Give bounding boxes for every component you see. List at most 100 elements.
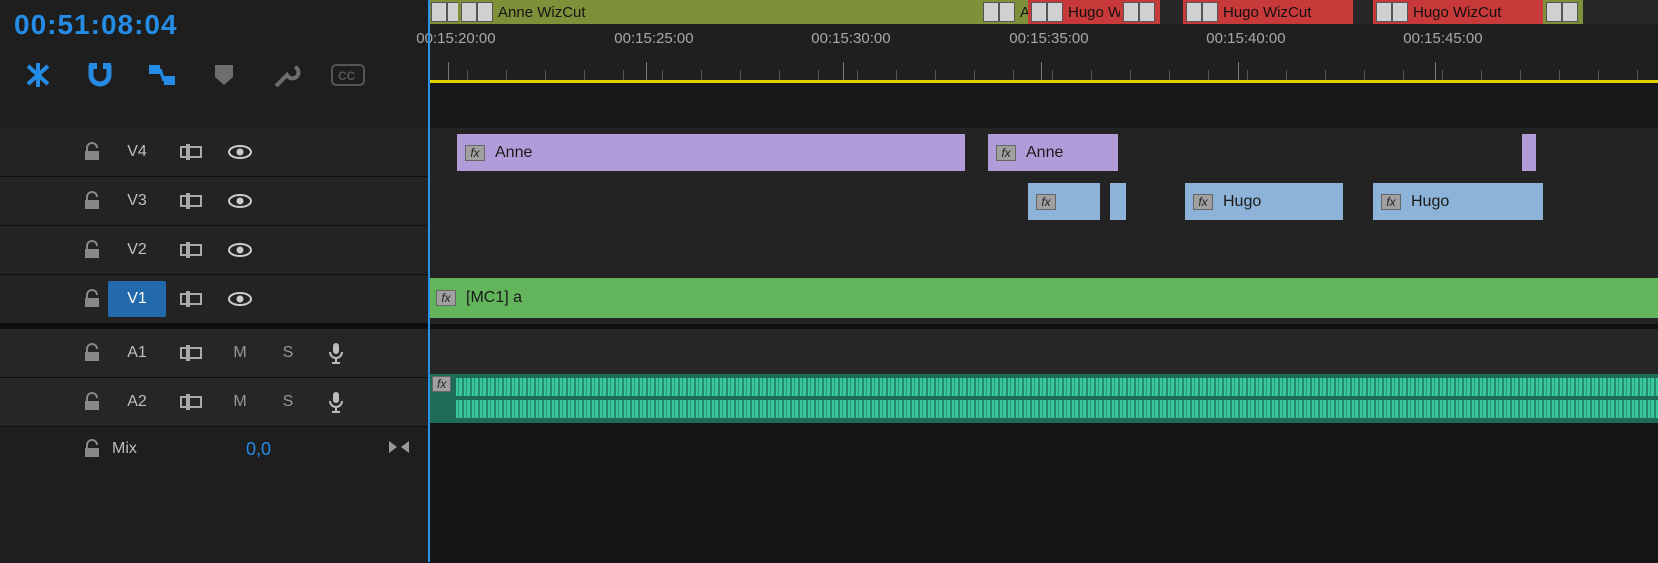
clip[interactable]: fx Anne [457, 134, 965, 171]
lock-icon[interactable] [76, 143, 108, 161]
fx-badge[interactable]: fx [996, 145, 1016, 161]
sequence-marker[interactable]: A [1543, 0, 1583, 24]
output-assign-icon[interactable] [388, 439, 410, 459]
clip[interactable]: fxAnne [988, 134, 1118, 171]
track-headers: V4 V3 V2 V1 A1 M S [0, 128, 428, 471]
eye-icon[interactable] [216, 194, 264, 208]
track-header-a2[interactable]: A2 M S [0, 378, 428, 427]
eye-icon[interactable] [216, 292, 264, 306]
settings-wrench-icon[interactable] [270, 59, 302, 91]
sequence-marker[interactable]: Hugo W [1028, 0, 1120, 24]
sync-lock-icon[interactable] [166, 144, 216, 160]
timeline-track-panel: 00:51:08:04 CC V4 V3 [0, 0, 428, 562]
lane-v2[interactable] [428, 226, 1658, 275]
clip-label: Anne [495, 144, 532, 162]
lock-icon[interactable] [76, 440, 108, 458]
fx-badge[interactable]: fx [1036, 194, 1056, 210]
mix-volume-value[interactable]: 0,0 [246, 439, 271, 460]
track-header-v3[interactable]: V3 [0, 177, 428, 226]
clip[interactable]: fx [1028, 183, 1100, 220]
track-header-v4[interactable]: V4 [0, 128, 428, 177]
clip[interactable]: fx Hugo [1185, 183, 1343, 220]
lane-v3[interactable]: fxfxHugofxHugo [428, 177, 1658, 226]
timecode-row: 00:51:08:04 [0, 0, 428, 50]
lane-a1[interactable] [428, 329, 1658, 378]
ruler-time-label: 00:15:30:00 [811, 30, 890, 47]
sync-lock-icon[interactable] [166, 193, 216, 209]
sync-lock-icon[interactable] [166, 242, 216, 258]
clip-label: Hugo [1411, 193, 1449, 211]
track-label[interactable]: V4 [108, 134, 166, 170]
track-label[interactable]: V2 [108, 232, 166, 268]
track-header-v2[interactable]: V2 [0, 226, 428, 275]
lock-icon[interactable] [76, 290, 108, 308]
lane-v4[interactable]: fxAnnefxAnne [428, 128, 1658, 177]
sync-lock-icon[interactable] [166, 345, 216, 361]
clip-label: Hugo [1223, 193, 1261, 211]
lane-v1[interactable]: fx [MC1] a [428, 275, 1658, 324]
fx-badge[interactable]: fx [432, 376, 451, 392]
timeline-tools-row: CC [0, 50, 428, 100]
waveform [456, 400, 1658, 418]
lane-gap-bottom [428, 423, 1658, 563]
markers-strip[interactable]: Anne WizCut An Hugo WH Hugo WizCut Hugo WizC… [428, 0, 1658, 24]
sequence-timecode[interactable]: 00:51:08:04 [14, 9, 178, 41]
clip[interactable] [1522, 134, 1536, 171]
sync-lock-icon[interactable] [166, 394, 216, 410]
closed-caption-icon[interactable]: CC [332, 59, 364, 91]
add-marker-icon[interactable] [208, 59, 240, 91]
svg-text:CC: CC [338, 69, 356, 83]
eye-icon[interactable] [216, 243, 264, 257]
timeline-area[interactable]: Anne WizCut An Hugo WH Hugo WizCut Hugo WizC… [428, 0, 1658, 562]
sync-lock-icon[interactable] [166, 291, 216, 307]
eye-icon[interactable] [216, 145, 264, 159]
voiceover-mic-icon[interactable] [312, 391, 360, 413]
track-header-mix[interactable]: Mix 0,0 [0, 427, 428, 471]
lock-icon[interactable] [76, 241, 108, 259]
fx-badge[interactable]: fx [465, 145, 485, 161]
track-label[interactable]: V1 [108, 281, 166, 317]
sequence-marker[interactable]: Hugo WizCut [1373, 0, 1543, 24]
track-header-v1[interactable]: V1 [0, 275, 428, 324]
mute-toggle[interactable]: M [216, 393, 264, 411]
work-area-bar[interactable] [428, 80, 1658, 83]
audio-clip[interactable]: fx [428, 374, 1658, 423]
ruler-time-label: 00:15:40:00 [1206, 30, 1285, 47]
sequence-marker[interactable]: Hugo WizCut [1183, 0, 1353, 24]
solo-toggle[interactable]: S [264, 344, 312, 362]
marker-label: Hugo WizCut [1223, 4, 1311, 21]
clip-label: [MC1] a [466, 289, 522, 307]
marker-label: Hugo WizCut [1413, 4, 1501, 21]
insert-overwrite-toggle-icon[interactable] [22, 59, 54, 91]
sequence-marker[interactable]: Anne WizCut [458, 0, 980, 24]
fx-badge[interactable]: fx [1381, 194, 1401, 210]
ruler-time-label: 00:15:35:00 [1009, 30, 1088, 47]
solo-toggle[interactable]: S [264, 393, 312, 411]
sequence-marker[interactable]: H [1120, 0, 1160, 24]
fx-badge[interactable]: fx [436, 290, 456, 306]
clip[interactable] [1110, 183, 1126, 220]
mute-toggle[interactable]: M [216, 344, 264, 362]
voiceover-mic-icon[interactable] [312, 342, 360, 364]
track-label[interactable]: A2 [108, 384, 166, 420]
ruler-time-label: 00:15:45:00 [1403, 30, 1482, 47]
track-label[interactable]: A1 [108, 335, 166, 371]
clip[interactable]: fx Hugo [1373, 183, 1543, 220]
lane-a2[interactable]: fx [428, 374, 1658, 423]
time-ruler[interactable]: 00:15:20:0000:15:25:0000:15:30:0000:15:3… [428, 24, 1658, 80]
lock-icon[interactable] [76, 393, 108, 411]
track-label[interactable]: V3 [108, 183, 166, 219]
magnet-snap-icon[interactable] [84, 59, 116, 91]
linked-selection-icon[interactable] [146, 59, 178, 91]
sequence-marker[interactable]: An [980, 0, 1028, 24]
marker-label: Hugo W [1068, 4, 1120, 21]
lock-icon[interactable] [76, 192, 108, 210]
clip[interactable]: fx [MC1] a [428, 278, 1658, 318]
fx-badge[interactable]: fx [1193, 194, 1213, 210]
track-header-a1[interactable]: A1 M S [0, 329, 428, 378]
playhead[interactable] [428, 0, 430, 562]
track-lanes[interactable]: fxAnnefxAnne fxfxHugofxHugo fx[MC1] a fx [428, 86, 1658, 562]
marker-label: Anne WizCut [498, 4, 586, 21]
lane-gap-top [428, 86, 1658, 128]
lock-icon[interactable] [76, 344, 108, 362]
